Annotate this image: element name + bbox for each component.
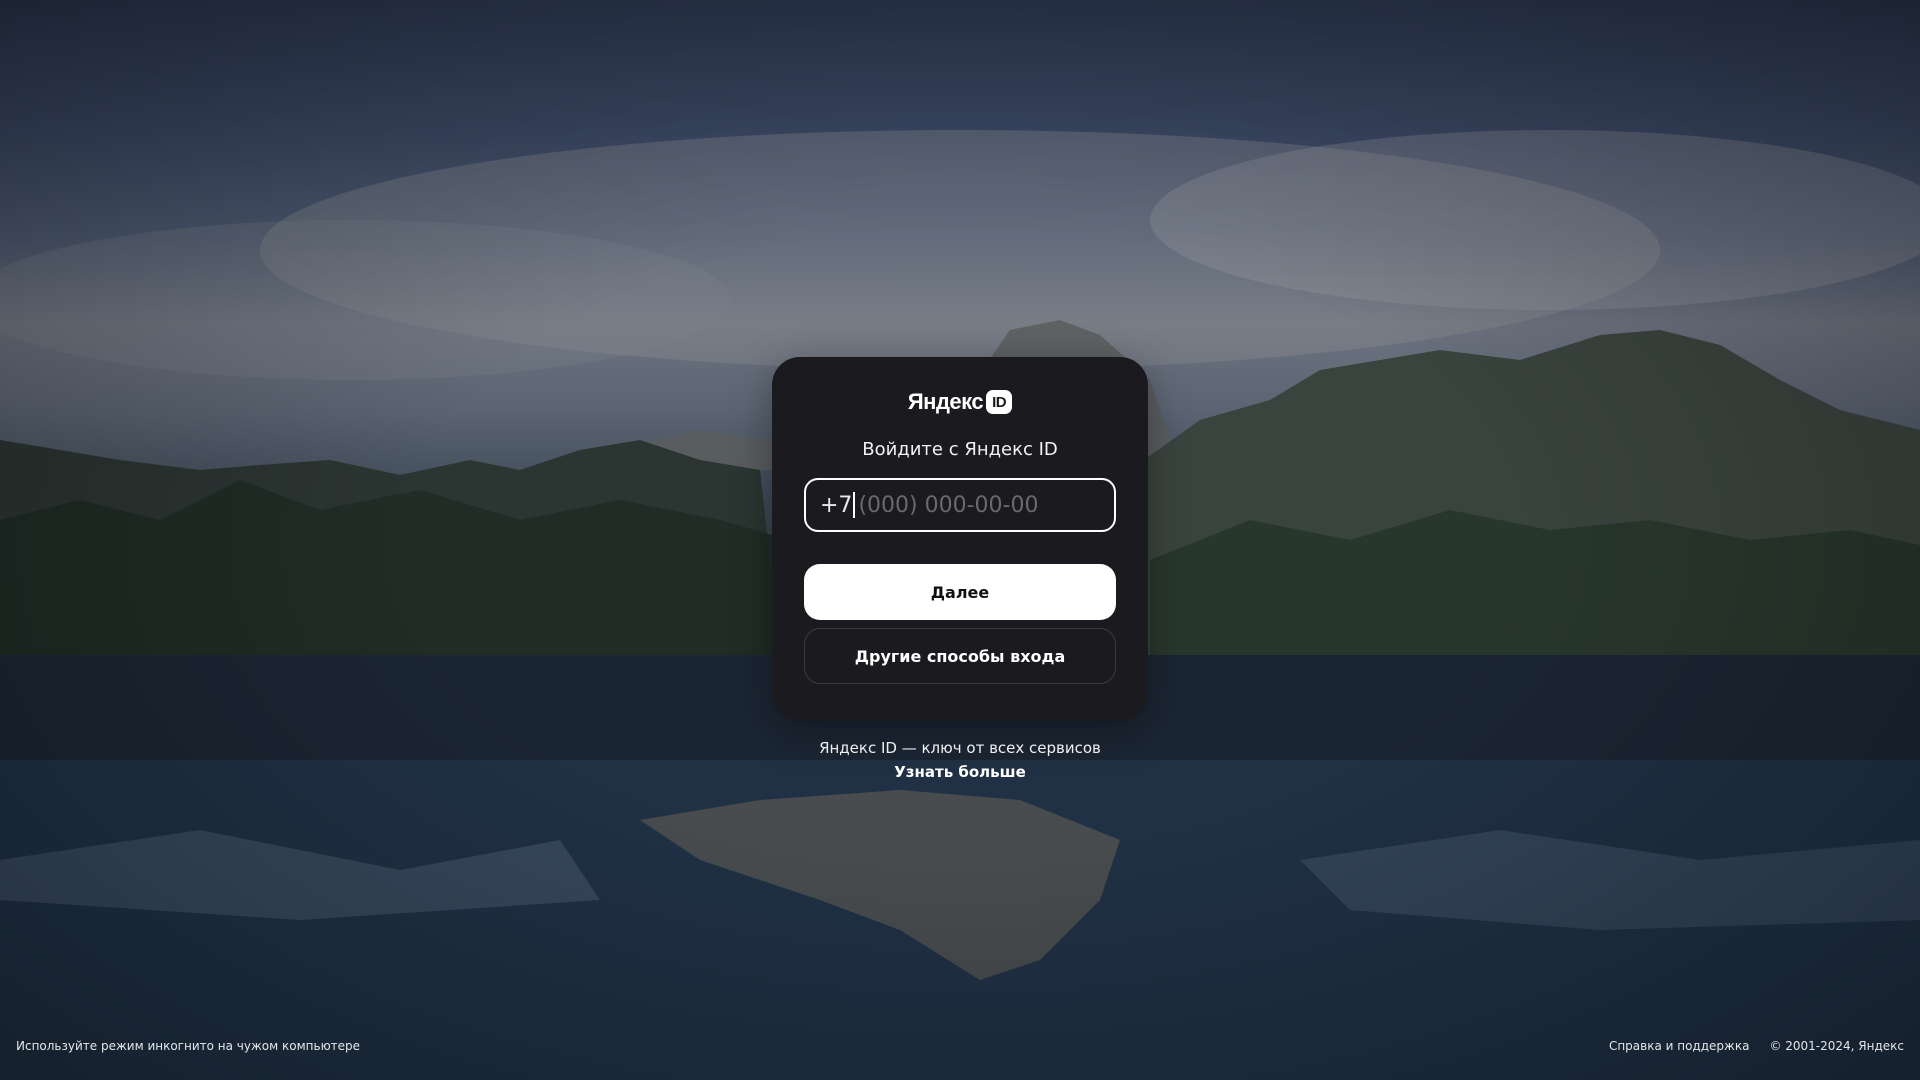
- next-button[interactable]: Далее: [804, 564, 1116, 620]
- footer-links: Справка и поддержка © 2001-2024, Яндекс: [1609, 1039, 1904, 1053]
- other-login-methods-button[interactable]: Другие способы входа: [804, 628, 1116, 684]
- copyright-text: © 2001-2024, Яндекс: [1769, 1039, 1904, 1053]
- learn-more-link[interactable]: Узнать больше: [760, 760, 1160, 784]
- id-badge-icon: ID: [986, 390, 1013, 414]
- phone-input[interactable]: +7 (000) 000-00-00: [804, 478, 1116, 532]
- promo-block: Яндекс ID — ключ от всех сервисов Узнать…: [760, 736, 1160, 784]
- promo-text: Яндекс ID — ключ от всех сервисов: [819, 739, 1101, 757]
- text-caret: [853, 492, 856, 518]
- login-card: Яндекс ID Войдите с Яндекс ID +7 (000) 0…: [772, 357, 1148, 721]
- phone-placeholder: (000) 000-00-00: [858, 492, 1039, 518]
- phone-country-prefix: +7: [820, 492, 853, 518]
- yandex-id-logo: Яндекс ID: [804, 387, 1116, 417]
- page-title: Войдите с Яндекс ID: [862, 439, 1058, 460]
- help-support-link[interactable]: Справка и поддержка: [1609, 1039, 1750, 1053]
- logo-wordmark: Яндекс: [907, 389, 984, 414]
- incognito-hint: Используйте режим инкогнито на чужом ком…: [16, 1039, 361, 1053]
